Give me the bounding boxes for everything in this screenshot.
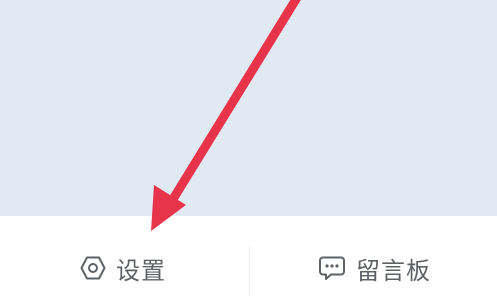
guestbook-label: 留言板 (356, 256, 431, 285)
guestbook-button[interactable]: 留言板 (318, 246, 431, 290)
settings-label: 设置 (116, 256, 166, 285)
settings-button[interactable]: 设置 (80, 246, 166, 290)
tab-divider (249, 246, 250, 296)
content-area (0, 0, 497, 216)
chat-bubble-icon (318, 255, 346, 281)
bottom-tab-bar: 设置 留言板 (0, 216, 497, 304)
settings-hexagon-icon (80, 255, 106, 281)
